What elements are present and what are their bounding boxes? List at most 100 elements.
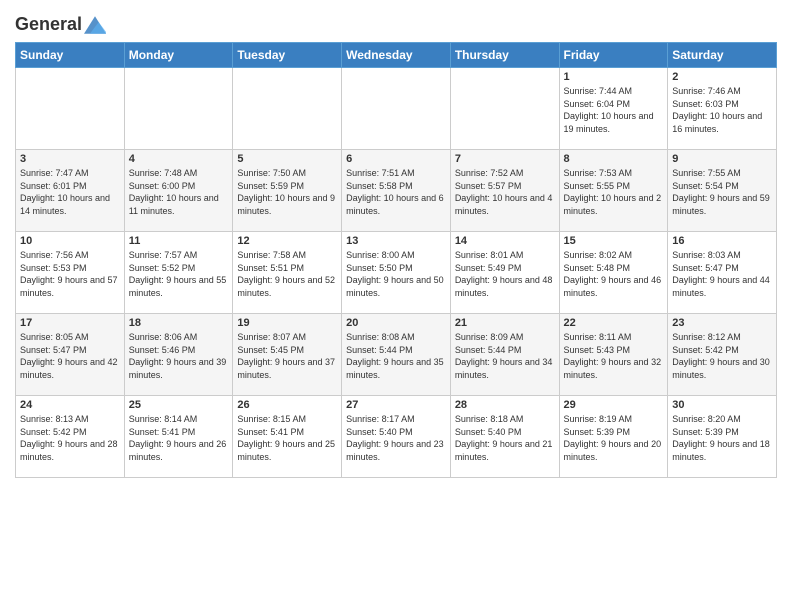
day-cell: 5 Sunrise: 7:50 AM Sunset: 5:59 PM Daylig…: [233, 150, 342, 232]
day-number: 15: [564, 235, 664, 247]
day-info: Sunrise: 7:44 AM Sunset: 6:04 PM Dayligh…: [564, 85, 664, 135]
day-number: 22: [564, 317, 664, 329]
day-number: 3: [20, 153, 120, 165]
weekday-friday: Friday: [559, 43, 668, 68]
day-cell: 20 Sunrise: 8:08 AM Sunset: 5:44 PM Dayli…: [342, 314, 451, 396]
day-info: Sunrise: 8:19 AM Sunset: 5:39 PM Dayligh…: [564, 413, 664, 463]
day-cell: 13 Sunrise: 8:00 AM Sunset: 5:50 PM Dayli…: [342, 232, 451, 314]
day-info: Sunrise: 8:15 AM Sunset: 5:41 PM Dayligh…: [237, 413, 337, 463]
day-cell: [233, 68, 342, 150]
day-info: Sunrise: 8:11 AM Sunset: 5:43 PM Dayligh…: [564, 331, 664, 381]
day-cell: 21 Sunrise: 8:09 AM Sunset: 5:44 PM Dayli…: [450, 314, 559, 396]
weekday-tuesday: Tuesday: [233, 43, 342, 68]
day-number: 14: [455, 235, 555, 247]
day-number: 23: [672, 317, 772, 329]
day-number: 8: [564, 153, 664, 165]
weekday-wednesday: Wednesday: [342, 43, 451, 68]
header: General: [15, 10, 777, 36]
weekday-saturday: Saturday: [668, 43, 777, 68]
day-info: Sunrise: 8:03 AM Sunset: 5:47 PM Dayligh…: [672, 249, 772, 299]
day-number: 9: [672, 153, 772, 165]
day-cell: 1 Sunrise: 7:44 AM Sunset: 6:04 PM Daylig…: [559, 68, 668, 150]
day-cell: 4Sunrise: 7:48 AM Sunset: 6:00 PM Daylig…: [124, 150, 233, 232]
day-cell: 30 Sunrise: 8:20 AM Sunset: 5:39 PM Dayli…: [668, 396, 777, 478]
day-number: 11: [129, 235, 229, 247]
week-row-1: 1 Sunrise: 7:44 AM Sunset: 6:04 PM Daylig…: [16, 68, 777, 150]
day-number: 21: [455, 317, 555, 329]
weekday-monday: Monday: [124, 43, 233, 68]
day-cell: 18 Sunrise: 8:06 AM Sunset: 5:46 PM Dayli…: [124, 314, 233, 396]
week-row-5: 24Sunrise: 8:13 AM Sunset: 5:42 PM Dayli…: [16, 396, 777, 478]
day-cell: 24Sunrise: 8:13 AM Sunset: 5:42 PM Dayli…: [16, 396, 125, 478]
day-cell: 22 Sunrise: 8:11 AM Sunset: 5:43 PM Dayli…: [559, 314, 668, 396]
day-number: 1: [564, 71, 664, 83]
day-info: Sunrise: 8:20 AM Sunset: 5:39 PM Dayligh…: [672, 413, 772, 463]
day-cell: 12 Sunrise: 7:58 AM Sunset: 5:51 PM Dayli…: [233, 232, 342, 314]
day-info: Sunrise: 7:55 AM Sunset: 5:54 PM Dayligh…: [672, 167, 772, 217]
day-info: Sunrise: 8:00 AM Sunset: 5:50 PM Dayligh…: [346, 249, 446, 299]
day-cell: 28Sunrise: 8:18 AM Sunset: 5:40 PM Dayli…: [450, 396, 559, 478]
logo-icon: [84, 14, 106, 36]
day-info: Sunrise: 8:09 AM Sunset: 5:44 PM Dayligh…: [455, 331, 555, 381]
day-info: Sunrise: 8:17 AM Sunset: 5:40 PM Dayligh…: [346, 413, 446, 463]
day-info: Sunrise: 7:46 AM Sunset: 6:03 PM Dayligh…: [672, 85, 772, 135]
day-number: 19: [237, 317, 337, 329]
day-info: Sunrise: 7:56 AM Sunset: 5:53 PM Dayligh…: [20, 249, 120, 299]
day-number: 7: [455, 153, 555, 165]
day-number: 28: [455, 399, 555, 411]
page-container: General SundayMondayTuesdayWednesdayThur…: [0, 0, 792, 612]
week-row-2: 3Sunrise: 7:47 AM Sunset: 6:01 PM Daylig…: [16, 150, 777, 232]
weekday-sunday: Sunday: [16, 43, 125, 68]
weekday-header-row: SundayMondayTuesdayWednesdayThursdayFrid…: [16, 43, 777, 68]
week-row-4: 17 Sunrise: 8:05 AM Sunset: 5:47 PM Dayli…: [16, 314, 777, 396]
day-number: 25: [129, 399, 229, 411]
day-cell: 29 Sunrise: 8:19 AM Sunset: 5:39 PM Dayli…: [559, 396, 668, 478]
calendar: SundayMondayTuesdayWednesdayThursdayFrid…: [15, 42, 777, 478]
day-info: Sunrise: 7:52 AM Sunset: 5:57 PM Dayligh…: [455, 167, 555, 217]
day-info: Sunrise: 8:14 AM Sunset: 5:41 PM Dayligh…: [129, 413, 229, 463]
day-cell: 8 Sunrise: 7:53 AM Sunset: 5:55 PM Daylig…: [559, 150, 668, 232]
day-number: 30: [672, 399, 772, 411]
day-number: 10: [20, 235, 120, 247]
day-info: Sunrise: 8:07 AM Sunset: 5:45 PM Dayligh…: [237, 331, 337, 381]
day-cell: 19 Sunrise: 8:07 AM Sunset: 5:45 PM Dayli…: [233, 314, 342, 396]
day-number: 6: [346, 153, 446, 165]
day-number: 12: [237, 235, 337, 247]
day-info: Sunrise: 8:08 AM Sunset: 5:44 PM Dayligh…: [346, 331, 446, 381]
day-info: Sunrise: 8:06 AM Sunset: 5:46 PM Dayligh…: [129, 331, 229, 381]
day-info: Sunrise: 7:53 AM Sunset: 5:55 PM Dayligh…: [564, 167, 664, 217]
day-cell: 10 Sunrise: 7:56 AM Sunset: 5:53 PM Dayli…: [16, 232, 125, 314]
logo: General: [15, 14, 106, 36]
day-number: 29: [564, 399, 664, 411]
day-number: 26: [237, 399, 337, 411]
day-info: Sunrise: 8:12 AM Sunset: 5:42 PM Dayligh…: [672, 331, 772, 381]
day-cell: 14 Sunrise: 8:01 AM Sunset: 5:49 PM Dayli…: [450, 232, 559, 314]
week-row-3: 10 Sunrise: 7:56 AM Sunset: 5:53 PM Dayli…: [16, 232, 777, 314]
day-number: 17: [20, 317, 120, 329]
day-cell: 15Sunrise: 8:02 AM Sunset: 5:48 PM Dayli…: [559, 232, 668, 314]
day-number: 13: [346, 235, 446, 247]
day-number: 27: [346, 399, 446, 411]
day-cell: 27 Sunrise: 8:17 AM Sunset: 5:40 PM Dayli…: [342, 396, 451, 478]
day-cell: 17 Sunrise: 8:05 AM Sunset: 5:47 PM Dayli…: [16, 314, 125, 396]
day-info: Sunrise: 7:50 AM Sunset: 5:59 PM Dayligh…: [237, 167, 337, 217]
day-cell: 7 Sunrise: 7:52 AM Sunset: 5:57 PM Daylig…: [450, 150, 559, 232]
day-number: 20: [346, 317, 446, 329]
day-cell: 16 Sunrise: 8:03 AM Sunset: 5:47 PM Dayli…: [668, 232, 777, 314]
day-info: Sunrise: 7:57 AM Sunset: 5:52 PM Dayligh…: [129, 249, 229, 299]
day-info: Sunrise: 7:51 AM Sunset: 5:58 PM Dayligh…: [346, 167, 446, 217]
day-cell: 3Sunrise: 7:47 AM Sunset: 6:01 PM Daylig…: [16, 150, 125, 232]
day-number: 2: [672, 71, 772, 83]
day-info: Sunrise: 7:48 AM Sunset: 6:00 PM Dayligh…: [129, 167, 229, 217]
day-info: Sunrise: 8:05 AM Sunset: 5:47 PM Dayligh…: [20, 331, 120, 381]
day-info: Sunrise: 8:13 AM Sunset: 5:42 PM Dayligh…: [20, 413, 120, 463]
day-number: 18: [129, 317, 229, 329]
day-info: Sunrise: 7:58 AM Sunset: 5:51 PM Dayligh…: [237, 249, 337, 299]
day-cell: 23 Sunrise: 8:12 AM Sunset: 5:42 PM Dayli…: [668, 314, 777, 396]
day-cell: 11 Sunrise: 7:57 AM Sunset: 5:52 PM Dayli…: [124, 232, 233, 314]
day-number: 5: [237, 153, 337, 165]
day-info: Sunrise: 8:01 AM Sunset: 5:49 PM Dayligh…: [455, 249, 555, 299]
day-number: 16: [672, 235, 772, 247]
day-cell: 6 Sunrise: 7:51 AM Sunset: 5:58 PM Daylig…: [342, 150, 451, 232]
logo-text: General: [15, 15, 82, 35]
